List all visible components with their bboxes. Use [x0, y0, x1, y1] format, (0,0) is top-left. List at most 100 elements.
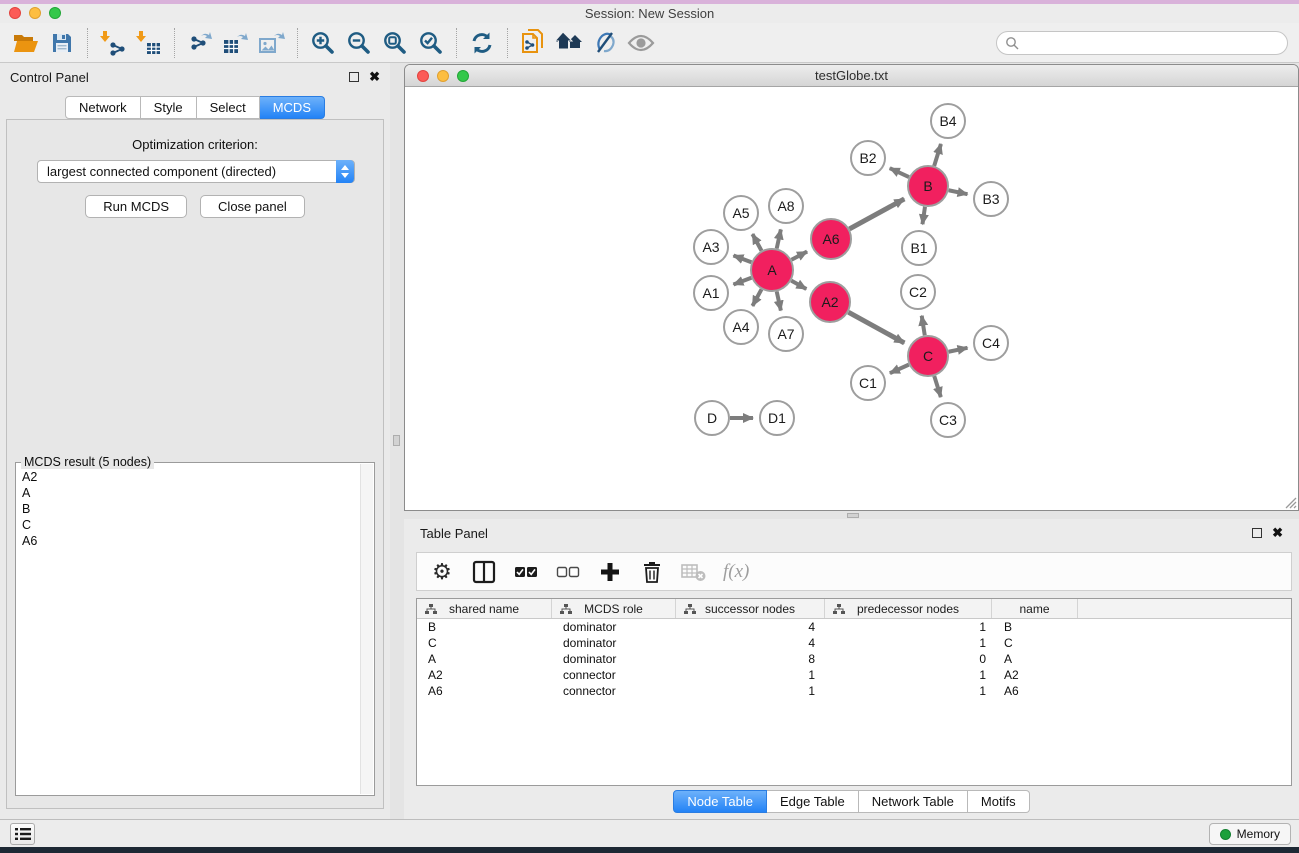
- graph-node-B1[interactable]: B1: [902, 231, 936, 265]
- tab-network[interactable]: Network: [65, 96, 141, 119]
- graph-edge-A2-C[interactable]: [848, 312, 904, 343]
- graph-edge-B-B2[interactable]: [890, 168, 909, 177]
- result-item[interactable]: A: [22, 485, 368, 501]
- minimize-window-icon[interactable]: [29, 7, 41, 19]
- column-header-name[interactable]: name: [992, 599, 1078, 618]
- splitter-grip-icon[interactable]: [393, 435, 400, 446]
- graph-node-A5[interactable]: A5: [724, 196, 758, 230]
- delete-column-icon[interactable]: [639, 558, 665, 586]
- add-column-icon[interactable]: [597, 558, 623, 586]
- graph-node-A7[interactable]: A7: [769, 317, 803, 351]
- export-network-icon[interactable]: [182, 27, 218, 59]
- graph-node-A2[interactable]: A2: [810, 282, 850, 322]
- zoom-out-icon[interactable]: [341, 27, 377, 59]
- export-image-icon[interactable]: [254, 27, 290, 59]
- graph-edge-A-A6[interactable]: [791, 252, 807, 260]
- graph-node-C2[interactable]: C2: [901, 275, 935, 309]
- column-header-MCDS-role[interactable]: MCDS role: [552, 599, 676, 618]
- graph-edge-C-C1[interactable]: [890, 365, 909, 374]
- graph-edge-B-B1[interactable]: [922, 207, 925, 224]
- tab-node-table[interactable]: Node Table: [673, 790, 767, 813]
- zoom-in-icon[interactable]: [305, 27, 341, 59]
- graph-node-C4[interactable]: C4: [974, 326, 1008, 360]
- result-item[interactable]: A2: [22, 469, 368, 485]
- search-input[interactable]: [1019, 36, 1279, 50]
- graph-edge-B-B4[interactable]: [934, 144, 941, 166]
- tab-motifs[interactable]: Motifs: [968, 790, 1030, 813]
- home-icon[interactable]: [551, 27, 587, 59]
- result-item[interactable]: C: [22, 517, 368, 533]
- network-graph[interactable]: A A1 A2 A3 A4 A5 A6 A7 A8 B B1 B2 B3 B4 C C1 C2 C3 C4 D D1: [405, 88, 1298, 510]
- graph-node-A3[interactable]: A3: [694, 230, 728, 264]
- result-item[interactable]: A6: [22, 533, 368, 549]
- graph-edge-C-C3[interactable]: [934, 376, 941, 397]
- graph-edge-A-A2[interactable]: [791, 281, 806, 289]
- graph-node-C1[interactable]: C1: [851, 366, 885, 400]
- splitter-grip-icon[interactable]: [847, 513, 859, 518]
- graph-node-A8[interactable]: A8: [769, 189, 803, 223]
- graph-node-A4[interactable]: A4: [724, 310, 758, 344]
- export-table-icon[interactable]: [218, 27, 254, 59]
- maximize-network-icon[interactable]: [457, 70, 469, 82]
- graph-edge-C-C4[interactable]: [949, 348, 968, 352]
- tab-network-table[interactable]: Network Table: [859, 790, 968, 813]
- import-table-icon[interactable]: [131, 27, 167, 59]
- gear-icon[interactable]: ⚙: [429, 558, 455, 586]
- graph-edge-A-A8[interactable]: [777, 229, 781, 248]
- close-panel-icon[interactable]: ✖: [1272, 528, 1283, 538]
- graph-edge-C-C2[interactable]: [922, 316, 925, 336]
- criterion-dropdown[interactable]: largest connected component (directed): [37, 160, 355, 183]
- function-builder-icon[interactable]: f(x): [723, 558, 749, 586]
- import-network-icon[interactable]: [95, 27, 131, 59]
- graph-node-C[interactable]: C: [908, 336, 948, 376]
- network-window-titlebar[interactable]: testGlobe.txt: [405, 65, 1298, 87]
- run-mcds-button[interactable]: Run MCDS: [85, 195, 187, 218]
- graph-node-A[interactable]: A: [751, 249, 793, 291]
- memory-button[interactable]: Memory: [1209, 823, 1291, 845]
- graph-edge-A-A1[interactable]: [733, 278, 751, 285]
- graph-node-A1[interactable]: A1: [694, 276, 728, 310]
- column-layout-icon[interactable]: [471, 558, 497, 586]
- select-all-icon[interactable]: [513, 558, 539, 586]
- deselect-all-icon[interactable]: [555, 558, 581, 586]
- zoom-selected-icon[interactable]: [413, 27, 449, 59]
- graph-edge-A-A5[interactable]: [752, 234, 761, 251]
- search-field[interactable]: [996, 31, 1288, 55]
- minimize-network-icon[interactable]: [437, 70, 449, 82]
- show-graphics-details-icon[interactable]: [587, 27, 623, 59]
- tab-mcds[interactable]: MCDS: [260, 96, 325, 119]
- graph-node-B4[interactable]: B4: [931, 104, 965, 138]
- eye-icon[interactable]: [623, 27, 659, 59]
- vertical-splitter[interactable]: [390, 63, 404, 819]
- close-window-icon[interactable]: [9, 7, 21, 19]
- column-header-predecessor-nodes[interactable]: predecessor nodes: [825, 599, 992, 618]
- graph-edge-A6-B[interactable]: [849, 199, 904, 229]
- close-network-icon[interactable]: [417, 70, 429, 82]
- resize-grip-icon[interactable]: [1283, 495, 1297, 509]
- refresh-icon[interactable]: [464, 27, 500, 59]
- graph-node-C3[interactable]: C3: [931, 403, 965, 437]
- graph-node-D[interactable]: D: [695, 401, 729, 435]
- column-header-shared-name[interactable]: shared name: [417, 599, 552, 618]
- task-history-button[interactable]: [10, 823, 35, 845]
- graph-node-A6[interactable]: A6: [811, 219, 851, 259]
- maximize-window-icon[interactable]: [49, 7, 61, 19]
- table-row[interactable]: Cdominator41C: [417, 635, 1291, 651]
- graph-edge-B-B3[interactable]: [949, 190, 968, 194]
- column-header-successor-nodes[interactable]: successor nodes: [676, 599, 825, 618]
- zoom-fit-icon[interactable]: [377, 27, 413, 59]
- close-panel-button[interactable]: Close panel: [200, 195, 305, 218]
- float-panel-icon[interactable]: [1252, 528, 1262, 538]
- table-row[interactable]: Adominator80A: [417, 651, 1291, 667]
- float-panel-icon[interactable]: [349, 72, 359, 82]
- close-panel-icon[interactable]: ✖: [369, 72, 380, 82]
- graph-node-B[interactable]: B: [908, 166, 948, 206]
- graph-node-B3[interactable]: B3: [974, 182, 1008, 216]
- tab-edge-table[interactable]: Edge Table: [767, 790, 859, 813]
- graph-node-B2[interactable]: B2: [851, 141, 885, 175]
- result-scrollbar[interactable]: [360, 464, 373, 794]
- table-row[interactable]: A6connector11A6: [417, 683, 1291, 699]
- graph-node-D1[interactable]: D1: [760, 401, 794, 435]
- save-session-icon[interactable]: [44, 27, 80, 59]
- tab-select[interactable]: Select: [197, 96, 260, 119]
